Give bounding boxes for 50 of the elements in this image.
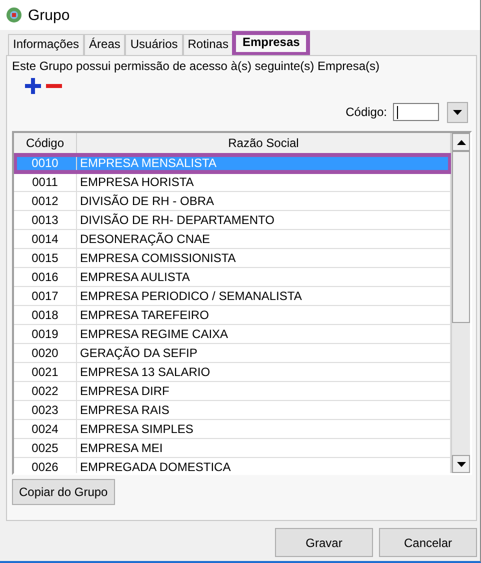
table-cell: 0012 [14,192,77,210]
table-row[interactable]: 0016 EMPRESA AULISTA [14,268,451,287]
table-row[interactable]: 0020 GERAÇÃO DA SEFIP [14,344,451,363]
tab[interactable]: Usuários [125,34,183,55]
code-label: Código: [346,105,387,119]
table-cell: 0010 [14,154,77,172]
code-input-field[interactable] [393,103,439,121]
table-cell: 0026 [14,458,77,473]
window-title: Grupo [28,6,70,24]
table-cell: 0025 [14,439,77,457]
table-cell: 0014 [14,230,77,248]
table-cell: 0013 [14,211,77,229]
table-row[interactable]: 0025 EMPRESA MEI [14,439,451,458]
tab[interactable]: Informações [8,34,84,55]
table-row[interactable]: 0018 EMPRESA TAREFEIRO [14,306,451,325]
add-icon[interactable] [24,77,42,95]
table-cell: 0019 [14,325,77,343]
table-row[interactable]: 0014 DESONERAÇÃO CNAE [14,230,451,249]
table-cell: 0021 [14,363,77,381]
table-cell: 0015 [14,249,77,267]
table-row[interactable]: 0013 DIVISÃO DE RH- DEPARTAMENTO [14,211,451,230]
table-cell: 0020 [14,344,77,362]
table-cell: 0016 [14,268,77,286]
tab[interactable]: Áreas [84,34,126,55]
table-cell: 0018 [14,306,77,324]
down-arrow-icon [456,462,466,466]
table-row[interactable]: 0024 EMPRESA SIMPLES [14,420,451,439]
dropdown-button[interactable] [447,102,468,122]
table-row[interactable]: 0017 EMPRESA PERIODICO / SEMANALISTA [14,287,451,306]
description-text: Este Grupo possui permissão de acesso à(s) seguinte(s) Empresa(s) [12,59,380,73]
table-cell: 0023 [14,401,77,419]
table-cell: 0011 [14,173,77,191]
scrollbar[interactable] [451,133,470,473]
copy-group-button[interactable]: Copiar do Grupo [12,479,115,505]
table-cell: 0017 [14,287,77,305]
tab[interactable]: Rotinas [182,34,234,55]
table-row[interactable]: 0019 EMPRESA REGIME CAIXA [14,325,451,344]
up-arrow-icon [456,140,466,144]
table-row[interactable]: 0021 EMPRESA 13 SALARIO [14,363,451,382]
table-row[interactable]: 0022 EMPRESA DIRF [14,382,451,401]
dialog-button[interactable]: Gravar [275,528,373,557]
tab[interactable]: Empresas [233,32,309,55]
caret-icon [453,110,462,114]
table-cell: 0024 [14,420,77,438]
table-row[interactable]: 0012 DIVISÃO DE RH - OBRA [14,192,451,211]
dialog-button[interactable]: Cancelar [379,528,477,557]
table-row[interactable]: 0015 EMPRESA COMISSIONISTA [14,249,451,268]
table-cell: 0022 [14,382,77,400]
table-row[interactable]: 0023 EMPRESA RAIS [14,401,451,420]
table-row[interactable]: 0011 EMPRESA HORISTA [14,173,451,192]
